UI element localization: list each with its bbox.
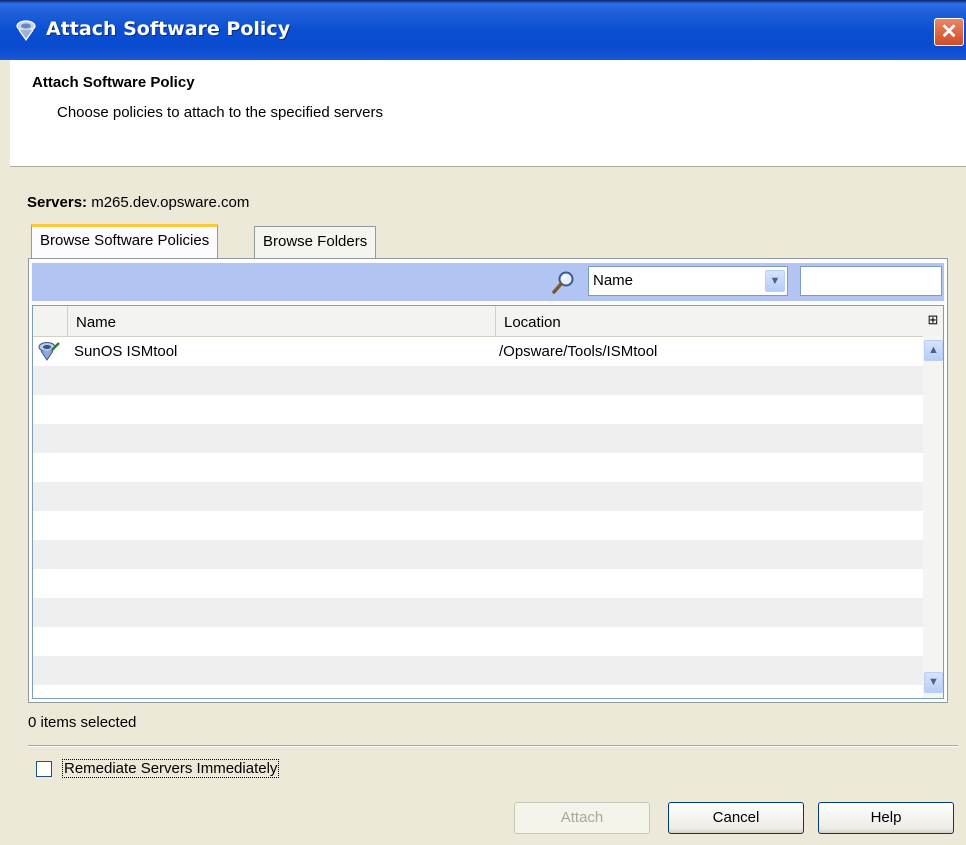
table-row[interactable]: SunOS ISMtool /Opsware/Tools/ISMtool: [33, 337, 923, 366]
row-name: SunOS ISMtool: [74, 343, 178, 360]
table-row: [33, 453, 923, 482]
cancel-button[interactable]: Cancel: [668, 802, 804, 834]
servers-label: Servers:: [27, 194, 88, 211]
title-bar: Attach Software Policy ✕: [0, 0, 966, 60]
remediate-label[interactable]: Remediate Servers Immediately: [62, 759, 280, 778]
divider: [28, 745, 958, 747]
chevron-down-icon[interactable]: ▼: [765, 270, 785, 292]
tab-panel: Name ▼ Name Location ⊞ SunOS ISMtool /Op…: [28, 258, 948, 703]
table-row: [33, 656, 923, 685]
table-row: [33, 540, 923, 569]
scroll-up-icon[interactable]: ▲: [924, 340, 943, 361]
filter-field-select[interactable]: Name ▼: [588, 266, 788, 296]
servers-line: Servers: m265.dev.opsware.com: [27, 194, 249, 211]
remediate-checkbox[interactable]: [36, 761, 52, 777]
filter-search-input[interactable]: [800, 266, 942, 296]
dialog-header: Attach Software Policy Choose policies t…: [10, 60, 966, 167]
scroll-down-icon[interactable]: ▼: [924, 672, 943, 693]
table-row: [33, 511, 923, 540]
table-row: [33, 395, 923, 424]
column-header-name[interactable]: Name: [67, 306, 495, 336]
table-row: [33, 569, 923, 598]
row-location: /Opsware/Tools/ISMtool: [499, 343, 658, 360]
close-icon: ✕: [940, 21, 958, 43]
table-row: [33, 627, 923, 656]
table-row: [33, 482, 923, 511]
table-row: [33, 366, 923, 395]
table-header: Name Location: [33, 306, 923, 337]
header-subtitle: Choose policies to attach to the specifi…: [57, 104, 384, 121]
help-button[interactable]: Help: [818, 802, 954, 834]
table-row: [33, 598, 923, 627]
table-row: [33, 424, 923, 453]
table-body: SunOS ISMtool /Opsware/Tools/ISMtool: [33, 337, 923, 698]
column-header-location[interactable]: Location: [495, 306, 923, 336]
software-policy-icon: [38, 342, 60, 361]
software-policy-icon: [16, 20, 36, 42]
close-button[interactable]: ✕: [934, 18, 964, 46]
table-row: [33, 685, 923, 698]
window-title: Attach Software Policy: [46, 18, 291, 40]
policy-table: Name Location ⊞ SunOS ISMtool /Opsware/T…: [32, 305, 944, 699]
column-chooser-icon[interactable]: ⊞: [923, 306, 943, 336]
tab-browse-folders[interactable]: Browse Folders: [254, 226, 377, 258]
header-title: Attach Software Policy: [32, 74, 195, 91]
search-icon[interactable]: [551, 269, 577, 295]
selection-status: 0 items selected: [28, 714, 137, 731]
filter-field-value: Name: [593, 272, 634, 289]
vertical-scrollbar[interactable]: ▲ ▼: [923, 336, 943, 698]
tab-browse-software-policies[interactable]: Browse Software Policies: [31, 224, 219, 258]
attach-button[interactable]: Attach: [514, 802, 650, 834]
filter-bar: Name ▼: [32, 263, 944, 301]
servers-value: m265.dev.opsware.com: [91, 194, 250, 211]
